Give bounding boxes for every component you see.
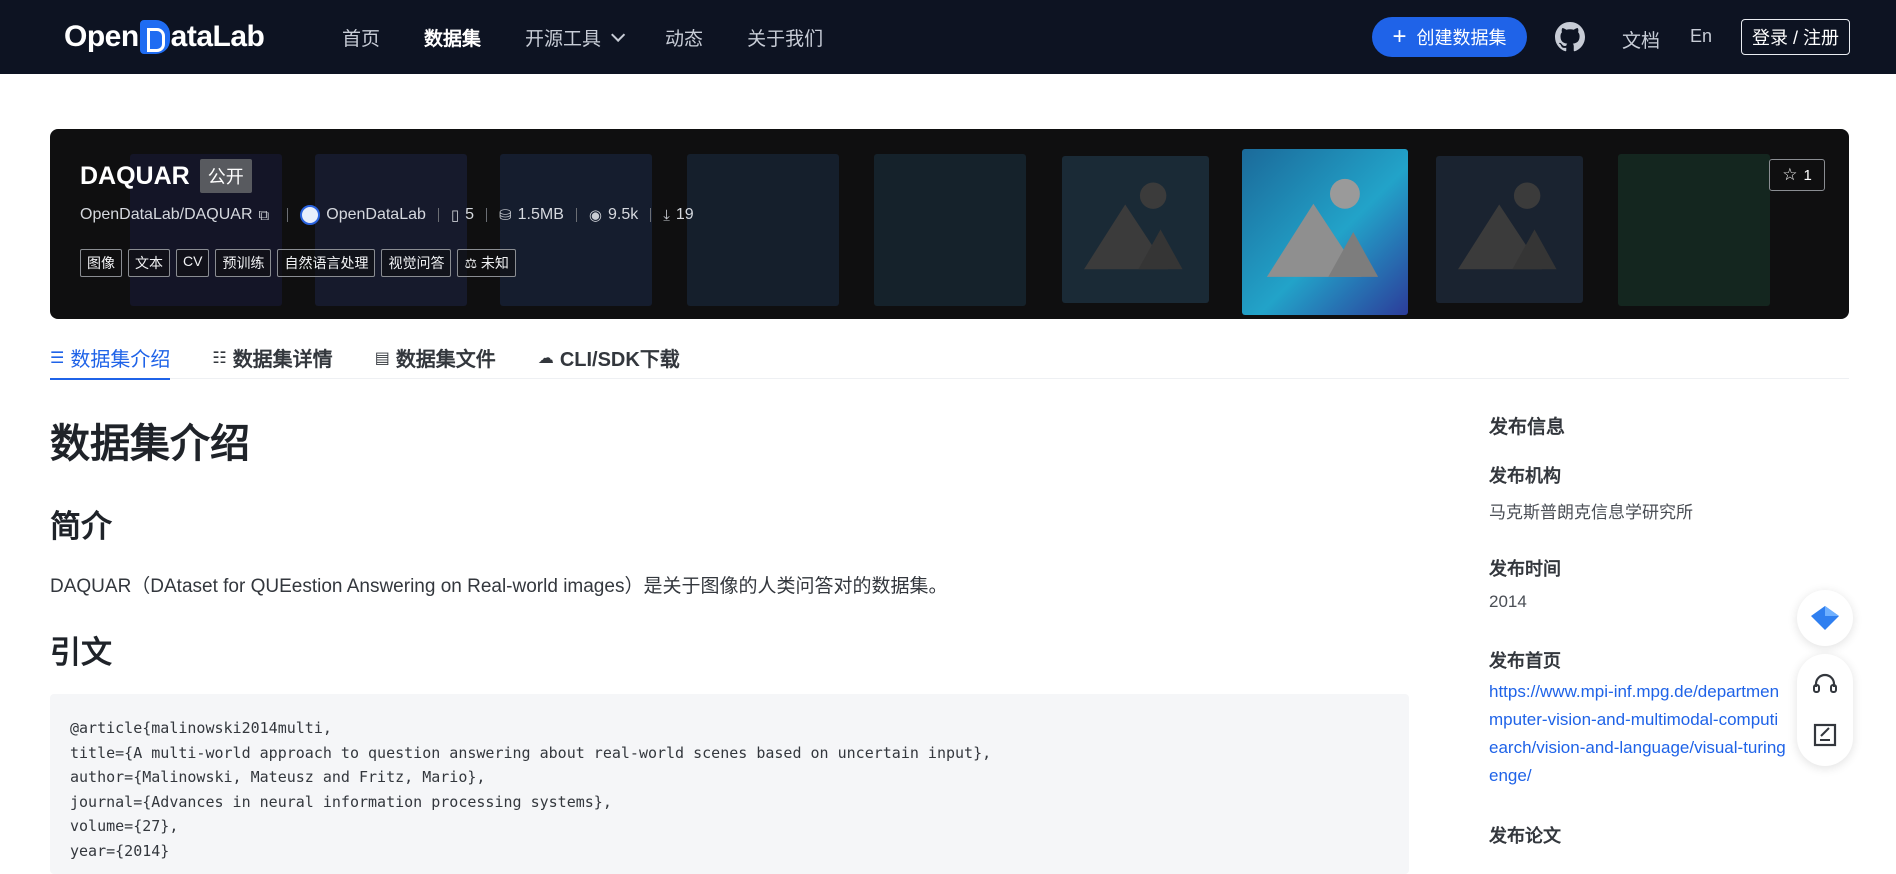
publish-info-heading: 发布信息 <box>1489 417 1566 438</box>
tag-list: 图像 文本 CV 预训练 自然语言处理 视觉问答 ⚖ 未知 <box>80 249 522 277</box>
diamond-icon <box>1811 606 1839 630</box>
dataset-size: 1.5MB <box>517 206 564 223</box>
image-placeholder-icon <box>1458 182 1557 270</box>
dataset-tabs: ☰ 数据集介绍 ☷ 数据集详情 ▤ 数据集文件 ☁ CLI/SDK下载 <box>50 336 1849 380</box>
feedback-button[interactable] <box>1797 710 1853 760</box>
tag-cv[interactable]: CV <box>176 249 210 277</box>
publisher-value: 马克斯普朗克信息学研究所 <box>1489 503 1693 522</box>
tab-details[interactable]: ☷ 数据集详情 <box>212 336 332 379</box>
intro-text: DAQUAR（DAtaset for QUEestion Answering o… <box>50 576 948 597</box>
tab-files-label: 数据集文件 <box>395 349 496 371</box>
nav-open-source-tools-label: 开源工具 <box>525 28 602 50</box>
dataset-path: OpenDataLab/DAQUAR <box>80 206 253 223</box>
image-placeholder-icon <box>1266 178 1379 277</box>
dataset-hero-banner: DAQUAR 公开 OpenDataLab/DAQUAR ⧉ OpenDataL… <box>50 129 1849 319</box>
database-icon: ☰ <box>50 349 65 367</box>
download-icon: ⤓ <box>663 206 670 224</box>
eye-icon: ◉ <box>588 207 602 224</box>
tab-cli-sdk[interactable]: ☁ CLI/SDK下载 <box>538 336 680 379</box>
main-nav: 首页 数据集 开源工具 动态 关于我们 <box>342 0 867 74</box>
divider <box>437 208 439 222</box>
create-dataset-label: 创建数据集 <box>1416 28 1507 48</box>
tag-image[interactable]: 图像 <box>80 249 122 277</box>
tag-nlp[interactable]: 自然语言处理 <box>277 249 376 277</box>
edit-icon <box>1813 723 1837 747</box>
license-label: 未知 <box>480 255 509 271</box>
divider <box>486 208 488 222</box>
section-heading-intro: 简介 <box>50 509 112 544</box>
preview-thumbnail[interactable] <box>687 154 839 306</box>
org-name[interactable]: OpenDataLab <box>326 206 426 224</box>
publish-time-label: 发布时间 <box>1489 559 1561 579</box>
tag-vqa[interactable]: 视觉问答 <box>381 249 452 277</box>
nav-open-source-tools[interactable]: 开源工具 <box>525 24 626 51</box>
float-toolbar <box>1797 654 1853 766</box>
view-count: 9.5k <box>607 206 639 223</box>
publish-time-value: 2014 <box>1489 592 1527 611</box>
org-avatar <box>300 205 321 225</box>
preview-thumbnail[interactable] <box>1618 154 1770 306</box>
plus-icon: + <box>1392 23 1407 50</box>
files-icon: ▯ <box>450 207 460 224</box>
homepage-link[interactable]: https://www.mpi-inf.mpg.de/departmen mpu… <box>1489 678 1804 790</box>
preview-thumbnail[interactable] <box>1062 156 1209 303</box>
tab-intro[interactable]: ☰ 数据集介绍 <box>50 336 171 380</box>
logo-text-atalab: ataLab <box>170 20 265 53</box>
page-title: 数据集介绍 <box>50 422 250 466</box>
star-button[interactable]: ☆ 1 <box>1769 159 1825 191</box>
star-icon: ☆ <box>1782 165 1798 184</box>
nav-home[interactable]: 首页 <box>342 24 380 51</box>
license-tag[interactable]: ⚖ 未知 <box>457 249 516 277</box>
paper-label: 发布论文 <box>1489 826 1561 846</box>
preview-thumbnail[interactable] <box>500 154 652 306</box>
top-navbar: Open ataLab 首页 数据集 开源工具 动态 关于我们 + 创建数据集 文… <box>0 0 1896 74</box>
nav-datasets[interactable]: 数据集 <box>424 24 481 51</box>
publisher-label: 发布机构 <box>1489 466 1561 486</box>
logo-d-mark <box>139 20 170 54</box>
file-icon: ▤ <box>374 349 390 367</box>
divider <box>287 208 289 222</box>
section-heading-citation: 引文 <box>50 635 112 670</box>
copy-icon[interactable]: ⧉ <box>259 207 270 224</box>
tab-details-label: 数据集详情 <box>232 349 333 371</box>
tag-text[interactable]: 文本 <box>128 249 170 277</box>
create-dataset-button[interactable]: + 创建数据集 <box>1372 17 1527 57</box>
tab-intro-label: 数据集介绍 <box>70 349 171 371</box>
tab-cli-sdk-label: CLI/SDK下载 <box>559 349 680 371</box>
tag-pretraining[interactable]: 预训练 <box>215 249 272 277</box>
headset-icon <box>1813 673 1837 693</box>
dataset-name: DAQUAR <box>80 161 190 190</box>
preview-thumbnail[interactable] <box>1436 156 1583 303</box>
file-count: 5 <box>465 206 475 223</box>
tab-files[interactable]: ▤ 数据集文件 <box>375 336 496 379</box>
chevron-down-icon <box>611 27 626 42</box>
scale-icon: ⚖ <box>464 255 478 271</box>
preview-thumbnail[interactable] <box>315 154 467 306</box>
divider <box>575 208 577 222</box>
opendatalab-logo[interactable]: Open ataLab <box>64 18 265 56</box>
star-count: 1 <box>1803 166 1812 184</box>
cloud-download-icon: ☁ <box>537 349 554 367</box>
homepage-label: 发布首页 <box>1489 651 1561 671</box>
preview-thumbnail[interactable] <box>874 154 1026 306</box>
language-switch[interactable]: En <box>1690 26 1712 47</box>
assistant-button[interactable] <box>1797 590 1853 646</box>
citation-code-block[interactable]: @article{malinowski2014multi, title={A m… <box>50 694 1409 874</box>
github-icon[interactable] <box>1555 22 1585 52</box>
list-icon: ☷ <box>212 349 227 367</box>
nav-docs[interactable]: 文档 <box>1622 26 1660 53</box>
nav-about[interactable]: 关于我们 <box>747 24 823 51</box>
dataset-meta-row: OpenDataLab/DAQUAR ⧉ OpenDataLab ▯ 5 ⛁ 1.5… <box>80 205 694 225</box>
logo-text-open: Open <box>64 20 139 53</box>
divider <box>650 208 652 222</box>
image-placeholder-icon <box>1084 182 1183 270</box>
login-register-button[interactable]: 登录 / 注册 <box>1741 19 1850 55</box>
storage-icon: ⛁ <box>499 207 512 224</box>
support-button[interactable] <box>1797 660 1853 710</box>
download-count: 19 <box>675 206 694 223</box>
nav-news[interactable]: 动态 <box>665 24 703 51</box>
preview-thumbnail-active[interactable] <box>1242 149 1408 315</box>
visibility-badge: 公开 <box>199 159 252 193</box>
dataset-title-row: DAQUAR 公开 <box>80 159 252 193</box>
